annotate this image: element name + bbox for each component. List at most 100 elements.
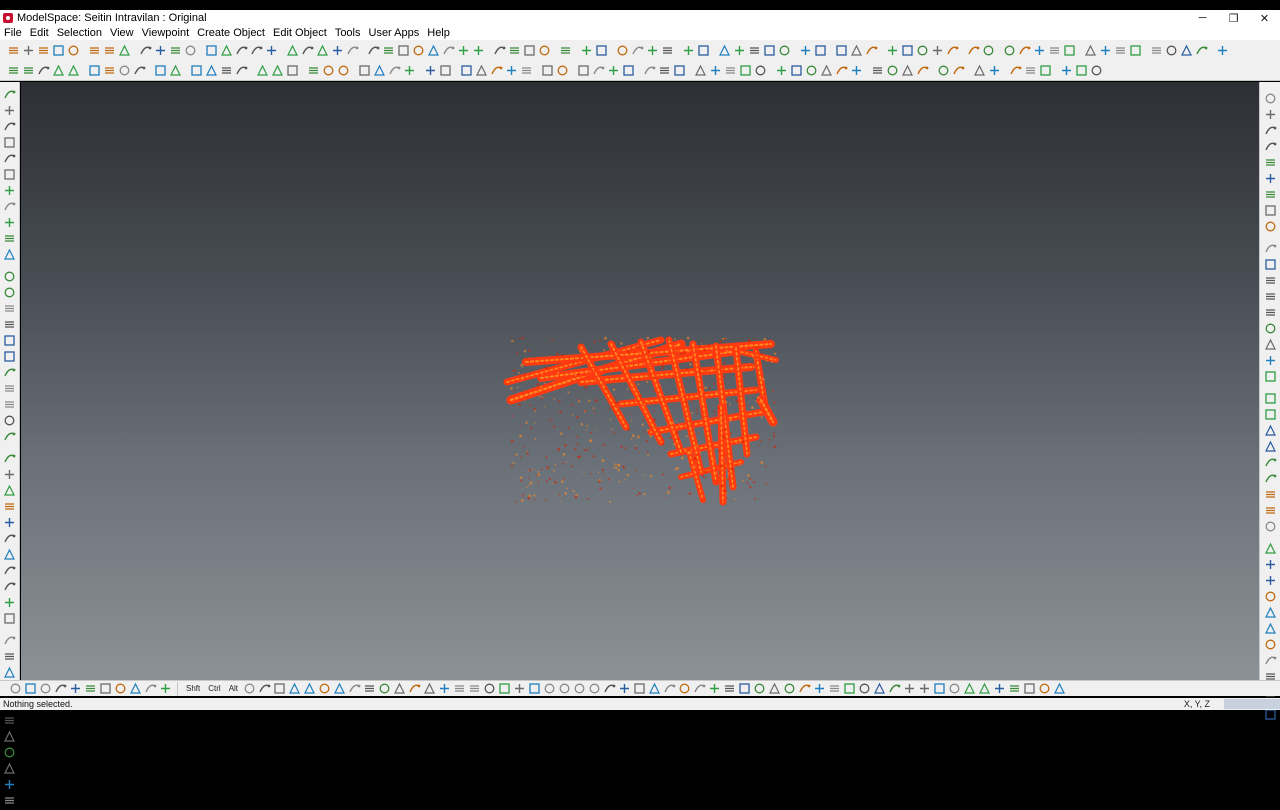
trim-tool-icon[interactable]: [3, 484, 16, 497]
wand-icon[interactable]: [3, 580, 16, 593]
fillet-icon[interactable]: [3, 452, 16, 465]
dim-icon[interactable]: [3, 232, 16, 245]
line4-b-icon[interactable]: [84, 682, 97, 695]
save-r-icon[interactable]: [1264, 574, 1277, 587]
close-button[interactable]: ✕: [1249, 10, 1280, 26]
walk2-b-icon[interactable]: [693, 682, 706, 695]
spline-icon[interactable]: [3, 152, 16, 165]
layers2-icon[interactable]: [967, 44, 980, 57]
path2-icon[interactable]: [1099, 44, 1112, 57]
line-r-icon[interactable]: [1264, 338, 1277, 351]
zoom2-icon[interactable]: [733, 44, 746, 57]
measure-r-icon[interactable]: [1264, 258, 1277, 271]
sphere3-icon[interactable]: [865, 44, 878, 57]
filter-x-icon[interactable]: [139, 44, 152, 57]
layers3-icon[interactable]: [337, 64, 350, 77]
edge-icon[interactable]: [3, 746, 16, 759]
surface3-icon[interactable]: [388, 64, 401, 77]
layer-r-icon[interactable]: [1264, 140, 1277, 153]
trim4-icon[interactable]: [916, 64, 929, 77]
curve-tool-icon[interactable]: [3, 136, 16, 149]
bookmark-icon[interactable]: [1264, 124, 1277, 137]
circle3-b-icon[interactable]: [543, 682, 556, 695]
path-r-icon[interactable]: [1264, 188, 1277, 201]
select-arrow-icon[interactable]: [7, 64, 20, 77]
green-block2-icon[interactable]: [475, 64, 488, 77]
loop-icon[interactable]: [3, 334, 16, 347]
draw-r-icon[interactable]: [1264, 220, 1277, 233]
curve-icon[interactable]: [367, 44, 380, 57]
help-b-icon[interactable]: [333, 682, 346, 695]
label-icon[interactable]: [3, 248, 16, 261]
zoom-icon[interactable]: [718, 44, 731, 57]
fly6-b-icon[interactable]: [858, 682, 871, 695]
menu-viewpoint[interactable]: Viewpoint: [138, 26, 194, 40]
link-r-icon[interactable]: [1264, 456, 1277, 469]
view2-icon[interactable]: [1018, 44, 1031, 57]
transform-icon[interactable]: [580, 44, 593, 57]
export-r-icon[interactable]: [1264, 590, 1277, 603]
folder-icon[interactable]: [118, 44, 131, 57]
pencil-green-icon[interactable]: [931, 44, 944, 57]
axis2-icon[interactable]: [508, 44, 521, 57]
zoom4-icon[interactable]: [763, 44, 776, 57]
menu-help[interactable]: Help: [423, 26, 454, 40]
ctrl-key-toggle[interactable]: Ctrl: [208, 684, 220, 693]
menu-view[interactable]: View: [106, 26, 138, 40]
book-r-icon[interactable]: [1264, 520, 1277, 533]
surface2-icon[interactable]: [373, 64, 386, 77]
curve3-icon[interactable]: [397, 44, 410, 57]
properties-icon[interactable]: [67, 44, 80, 57]
mark-r-icon[interactable]: [1264, 322, 1277, 335]
cyl-b-icon[interactable]: [978, 682, 991, 695]
note-r-icon[interactable]: [1264, 654, 1277, 667]
snap-icon[interactable]: [250, 44, 263, 57]
orbit-b-icon[interactable]: [483, 682, 496, 695]
curve6-icon[interactable]: [442, 44, 455, 57]
dot-b-icon[interactable]: [498, 682, 511, 695]
curve5-icon[interactable]: [427, 44, 440, 57]
trim3-icon[interactable]: [901, 64, 914, 77]
rect-tool-icon[interactable]: [3, 200, 16, 213]
cut-r-icon[interactable]: [1264, 306, 1277, 319]
polyline-icon[interactable]: [3, 120, 16, 133]
lock-icon[interactable]: [331, 44, 344, 57]
edit-r-icon[interactable]: [1264, 172, 1277, 185]
lasso4-b-icon[interactable]: [408, 682, 421, 695]
join6-icon[interactable]: [850, 64, 863, 77]
extend-icon[interactable]: [3, 468, 16, 481]
network2-icon[interactable]: [322, 64, 335, 77]
menu-edit[interactable]: Edit: [26, 26, 53, 40]
box2-icon[interactable]: [901, 44, 914, 57]
circle-select-icon[interactable]: [220, 64, 233, 77]
menu-edit-object[interactable]: Edit Object: [269, 26, 331, 40]
cube-b-icon[interactable]: [348, 682, 361, 695]
swap-r-icon[interactable]: [1264, 408, 1277, 421]
play-b-icon[interactable]: [1023, 682, 1036, 695]
align-r-icon[interactable]: [1264, 392, 1277, 405]
clip-r-icon[interactable]: [1264, 290, 1277, 303]
surface-icon[interactable]: [358, 64, 371, 77]
scissors-icon[interactable]: [346, 44, 359, 57]
trim-icon[interactable]: [871, 64, 884, 77]
wall-icon[interactable]: [946, 44, 959, 57]
arrow2-icon[interactable]: [1075, 64, 1088, 77]
globe-green-icon[interactable]: [799, 44, 812, 57]
curve2-r-icon[interactable]: [1264, 370, 1277, 383]
walk7-b-icon[interactable]: [768, 682, 781, 695]
walk6-b-icon[interactable]: [753, 682, 766, 695]
pin-icon[interactable]: [184, 44, 197, 57]
zoom2-b-icon[interactable]: [603, 682, 616, 695]
record-b-icon[interactable]: [558, 682, 571, 695]
green-block-icon[interactable]: [460, 64, 473, 77]
table2-icon[interactable]: [631, 44, 644, 57]
view-icon[interactable]: [1003, 44, 1016, 57]
grid-r-icon[interactable]: [1264, 542, 1277, 555]
bend-icon[interactable]: [3, 666, 16, 679]
model-icon[interactable]: [937, 64, 950, 77]
lasso2-b-icon[interactable]: [378, 682, 391, 695]
filter-r-icon[interactable]: [1264, 156, 1277, 169]
pencil-icon[interactable]: [88, 64, 101, 77]
box-icon[interactable]: [886, 44, 899, 57]
walk4-b-icon[interactable]: [723, 682, 736, 695]
